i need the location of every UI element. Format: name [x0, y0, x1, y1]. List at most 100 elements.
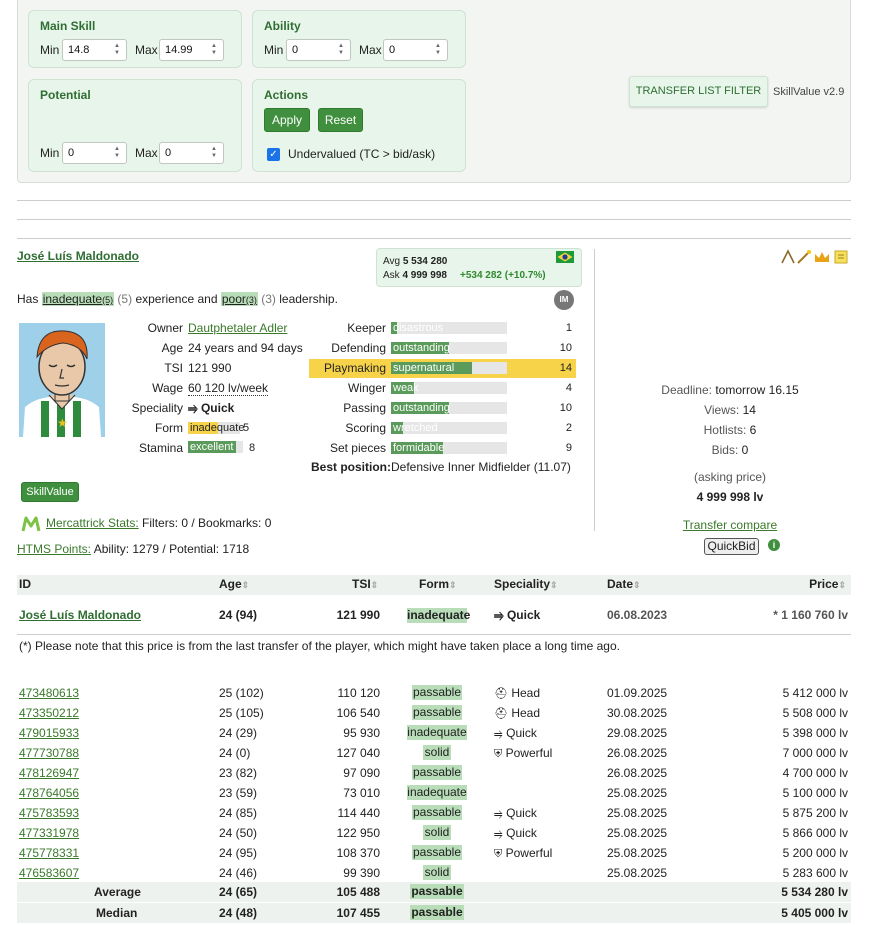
quickbid-button[interactable]: QuickBid [704, 538, 759, 555]
reset-button[interactable]: Reset [318, 108, 363, 132]
header-date[interactable]: Date⇕ [607, 577, 641, 591]
row-age: 25 (105) [219, 706, 264, 720]
hotlists-value: 6 [749, 423, 757, 437]
info-icon[interactable]: i [768, 539, 780, 551]
spinner-arrows-icon[interactable]: ▲ ▼ [209, 146, 219, 160]
header-id[interactable]: ID [19, 577, 31, 591]
potential-min-input[interactable]: 0 ▲ ▼ [62, 142, 127, 164]
header-form[interactable]: Form⇕ [419, 577, 457, 591]
row-price: 5 200 000 lv [782, 846, 848, 860]
sort-icon: ⇕ [550, 580, 558, 590]
row-speciality-text: Quick [506, 806, 537, 820]
row-tsi: 95 930 [343, 726, 380, 740]
skillvalue-button[interactable]: SkillValue [21, 482, 79, 502]
row-speciality: ⛨ Powerful [494, 846, 552, 861]
row-id-link[interactable]: 476583607 [19, 866, 79, 880]
header-age[interactable]: Age⇕ [219, 577, 249, 591]
row-id-link[interactable]: 479015933 [19, 726, 79, 740]
speciality-label: Speciality [131, 401, 183, 415]
spinner-arrows-icon[interactable]: ▲ ▼ [209, 43, 219, 57]
row-id-link[interactable]: 478126947 [19, 766, 79, 780]
ability-min-input[interactable]: 0 ▲ ▼ [286, 39, 351, 61]
header-speciality[interactable]: Speciality⇕ [494, 577, 558, 591]
ability-max-input[interactable]: 0 ▲ ▼ [383, 39, 448, 61]
compass-icon[interactable] [781, 249, 795, 264]
row-age: 24 (0) [219, 746, 251, 760]
ask-label: Ask [383, 270, 400, 281]
mercattrick-link[interactable]: Mercattrick Stats: [46, 516, 139, 530]
experience-prefix: Has [17, 292, 39, 306]
average-price: 5 534 280 lv [781, 885, 848, 899]
row-id-link[interactable]: 477331978 [19, 826, 79, 840]
row-date: 25.08.2025 [607, 866, 668, 880]
transfer-compare-link[interactable]: Transfer compare [610, 518, 850, 532]
row-age: 23 (59) [219, 786, 258, 800]
main-skill-min-label: Min [40, 43, 60, 57]
row-speciality: ⛨ Powerful [494, 746, 552, 761]
row-id-link[interactable]: 477730788 [19, 746, 79, 760]
header-tsi[interactable]: TSI⇕ [352, 577, 378, 591]
im-badge[interactable]: IM [554, 290, 574, 310]
median-form: passable [410, 905, 464, 920]
spinner-arrows-icon[interactable]: ▲ ▼ [433, 43, 443, 57]
row-id-link[interactable]: 478764056 [19, 786, 79, 800]
row-id-link[interactable]: 473480613 [19, 686, 79, 700]
wage-value: 60 120 lv/week [188, 381, 269, 396]
table-row: 473480613 25 (102) 110 120 passable ⛑ Head 01… [17, 683, 851, 703]
spinner-arrows-icon[interactable]: ▲ ▼ [112, 146, 122, 160]
hotlists-label: Hotlists: [703, 423, 747, 437]
row-id-link[interactable]: 475778331 [19, 846, 79, 860]
potential-max-label: Max [135, 146, 158, 160]
htms-link[interactable]: HTMS Points: [17, 542, 91, 556]
side-divider [594, 249, 595, 531]
experience-line: Has inadequate(5) (5) experience and poo… [17, 292, 338, 306]
divider [17, 634, 851, 635]
undervalued-checkbox[interactable]: ✓ [267, 148, 280, 161]
median-age: 24 (48) [219, 906, 258, 920]
main-skill-min-input[interactable]: 14.8 ▲ ▼ [62, 39, 127, 61]
skill-num-scoring: 2 [565, 422, 572, 434]
skill-num-winger: 4 [565, 382, 572, 394]
row-age: 24 (46) [219, 866, 258, 880]
skill-label-keeper: Keeper [347, 321, 386, 335]
main-skill-max-input[interactable]: 14.99 ▲ ▼ [159, 39, 224, 61]
leadership-level-num: (3) [245, 295, 257, 305]
apply-button[interactable]: Apply [264, 108, 310, 132]
bids-value: 0 [741, 443, 749, 457]
header-tsi-text: TSI [352, 577, 371, 591]
summary-speciality-text: Quick [506, 608, 541, 622]
row-form: passable [412, 845, 462, 860]
row-price: 5 412 000 lv [782, 686, 848, 700]
row-age: 24 (50) [219, 826, 258, 840]
skill-label-defending: Defending [331, 341, 386, 355]
leadership-level-link[interactable]: poor(3) [220, 292, 258, 306]
transfer-list-filter-button[interactable]: TRANSFER LIST FILTER [629, 76, 768, 107]
ask-value: 4 999 998 [402, 270, 447, 281]
row-id-link[interactable]: 475783593 [19, 806, 79, 820]
tool-icons-svg [781, 249, 848, 264]
spinner-arrows-icon[interactable]: ▲ ▼ [112, 43, 122, 57]
toolbar-icons [780, 249, 850, 265]
spinner-arrows-icon[interactable]: ▲ ▼ [336, 43, 346, 57]
player-name-link[interactable]: José Luís Maldonado [17, 249, 139, 263]
row-form: inadequate [407, 725, 467, 740]
head-icon: ⛑ [494, 708, 508, 720]
header-speciality-text: Speciality [494, 577, 551, 591]
potential-max-input[interactable]: 0 ▲ ▼ [159, 142, 224, 164]
note-icon[interactable] [834, 250, 848, 264]
crown-icon[interactable] [815, 252, 829, 262]
experience-level-link[interactable]: inadequate(5) [41, 292, 115, 306]
header-price[interactable]: Price⇕ [780, 577, 846, 591]
actions-box: Actions Apply Reset ✓ Undervalued (TC > … [252, 79, 466, 172]
header-form-text: Form [419, 577, 449, 591]
form-num: 5 [243, 422, 250, 434]
row-age: 24 (85) [219, 806, 258, 820]
skill-bar-winger: weak [391, 382, 507, 394]
wand-icon[interactable] [797, 250, 811, 264]
skill-bar-playmaking: supernatural [391, 362, 507, 374]
row-id-link[interactable]: 473350212 [19, 706, 79, 720]
row-price: 7 000 000 lv [782, 746, 848, 760]
summary-name-link[interactable]: José Luís Maldonado [19, 608, 141, 622]
skill-bar-text: weak [393, 382, 419, 394]
best-position-value: Defensive Inner Midfielder (11.07) [391, 460, 571, 474]
